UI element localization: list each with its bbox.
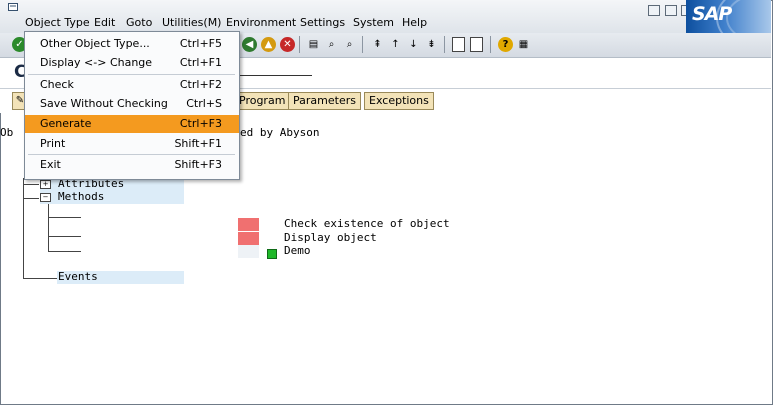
menu-bar: Object Type Edit Goto Utilities(M) Envir…	[0, 0, 771, 33]
menu-item-display-change[interactable]: Display <-> Change Ctrl+F1	[25, 54, 239, 72]
tree-branch	[48, 251, 81, 252]
method-item[interactable]: Check existence of object	[284, 217, 450, 230]
print-icon[interactable]: ▤	[306, 37, 321, 52]
new-session-icon[interactable]	[452, 37, 465, 52]
title-underline	[240, 75, 312, 76]
object-type-menu: Other Object Type... Ctrl+F5 Display <->…	[24, 31, 240, 180]
cancel-icon[interactable]: ✕	[280, 37, 295, 52]
menu-item-save-without-checking[interactable]: Save Without Checking Ctrl+S	[25, 95, 239, 113]
folder-open-icon[interactable]: −	[40, 193, 51, 202]
menu-item-generate[interactable]: Generate Ctrl+F3	[25, 115, 239, 133]
menu-help[interactable]: Help	[402, 16, 427, 29]
find-next-icon[interactable]: ⌕	[342, 37, 357, 52]
tree-branch	[23, 184, 39, 185]
method-status-swatch	[238, 245, 259, 258]
exit-icon[interactable]: ▲	[261, 37, 276, 52]
menu-goto[interactable]: Goto	[126, 16, 152, 29]
method-item[interactable]: Demo	[284, 244, 311, 257]
tree-node-label: Events	[58, 270, 98, 283]
exceptions-button[interactable]: Exceptions	[364, 92, 434, 110]
toolbar-separator	[362, 36, 363, 53]
back-icon[interactable]: ◀	[242, 37, 257, 52]
shortcut-icon[interactable]	[470, 37, 483, 52]
expand-icon[interactable]: +	[40, 180, 51, 189]
menu-separator	[28, 74, 235, 75]
toolbar-separator	[490, 36, 491, 53]
method-item[interactable]: Display object	[284, 231, 377, 244]
toolbar-separator	[444, 36, 445, 53]
menu-item-print[interactable]: Print Shift+F1	[25, 135, 239, 153]
object-info-text: ed by Abyson	[240, 126, 320, 139]
green-status-icon	[267, 249, 277, 259]
last-page-icon[interactable]: ⇟	[424, 37, 439, 52]
menu-environment[interactable]: Environment	[226, 16, 296, 29]
tree-branch	[48, 236, 81, 237]
menu-utilities[interactable]: Utilities(M)	[162, 16, 221, 29]
menu-item-exit[interactable]: Exit Shift+F3	[25, 156, 239, 174]
maximize-icon[interactable]	[664, 5, 677, 16]
tree-branch	[48, 217, 81, 218]
method-status-swatch	[238, 218, 259, 231]
menu-item-check[interactable]: Check Ctrl+F2	[25, 76, 239, 94]
help-icon[interactable]: ?	[498, 37, 513, 52]
menu-settings[interactable]: Settings	[300, 16, 345, 29]
tree-node-label: Methods	[58, 190, 105, 203]
minimize-icon[interactable]	[648, 5, 660, 16]
menu-separator	[28, 154, 235, 155]
tree-trunk	[23, 178, 24, 278]
method-status-swatch	[238, 232, 259, 245]
system-menu-icon[interactable]	[8, 3, 18, 11]
methods-trunk	[48, 204, 49, 251]
object-info-prefix: Ob	[0, 126, 14, 139]
toolbar-separator	[299, 36, 300, 53]
parameters-button[interactable]: Parameters	[288, 92, 361, 110]
sap-logo: SAP	[686, 0, 771, 33]
menu-edit[interactable]: Edit	[94, 16, 115, 29]
program-button[interactable]: Program	[234, 92, 291, 110]
layout-menu-icon[interactable]: ▦	[516, 37, 531, 52]
previous-page-icon[interactable]: ↑	[388, 37, 403, 52]
menu-system[interactable]: System	[353, 16, 394, 29]
tree-branch	[23, 278, 57, 279]
find-icon[interactable]: ⌕	[324, 37, 339, 52]
menu-item-other-object-type[interactable]: Other Object Type... Ctrl+F5	[25, 35, 239, 53]
first-page-icon[interactable]: ⇞	[370, 37, 385, 52]
tree-branch	[23, 198, 39, 199]
next-page-icon[interactable]: ↓	[406, 37, 421, 52]
menu-object-type[interactable]: Object Type	[25, 16, 90, 29]
